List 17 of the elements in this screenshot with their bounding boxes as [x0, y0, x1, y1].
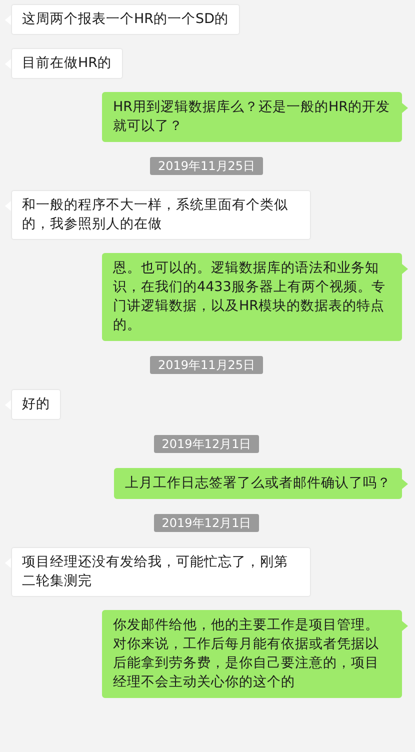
timestamp: 2019年12月1日	[154, 514, 260, 532]
message-bubble: 目前在做HR的	[11, 48, 123, 79]
bubble-tail	[402, 264, 408, 274]
message-bubble: 恩。也可以的。逻辑数据库的语法和业务知识，在我们的4433服务器上有两个视频。专门讲逻辑数据，以及HR模块的数据表的特点的。	[102, 253, 402, 341]
bubble-tail	[402, 103, 408, 113]
timestamp: 2019年11月25日	[150, 356, 264, 374]
timestamp: 2019年12月1日	[154, 435, 260, 453]
message-bubble: 好的	[11, 389, 61, 420]
bubble-tail	[402, 479, 408, 489]
message-bubble: 和一般的程序不大一样，系统里面有个类似的，我参照别人的在做	[11, 190, 311, 240]
message-bubble: 上月工作日志签署了么或者邮件确认了吗？	[114, 468, 402, 499]
message-bubble: 这周两个报表一个HR的一个SD的	[11, 4, 240, 35]
message-bubble: 项目经理还没有发给我，可能忙忘了，刚第二轮集测完	[11, 547, 311, 597]
message-bubble: HR用到逻辑数据库么？还是一般的HR的开发就可以了？	[102, 92, 402, 142]
timestamp: 2019年11月25日	[150, 157, 264, 175]
message-bubble: 你发邮件给他，他的主要工作是项目管理。对你来说，工作后每月能有依据或者凭据以后能拿到劳务费，是你自己要注意的，项目经理不会主动关心你的这个的	[102, 610, 402, 698]
bubble-tail	[402, 621, 408, 631]
